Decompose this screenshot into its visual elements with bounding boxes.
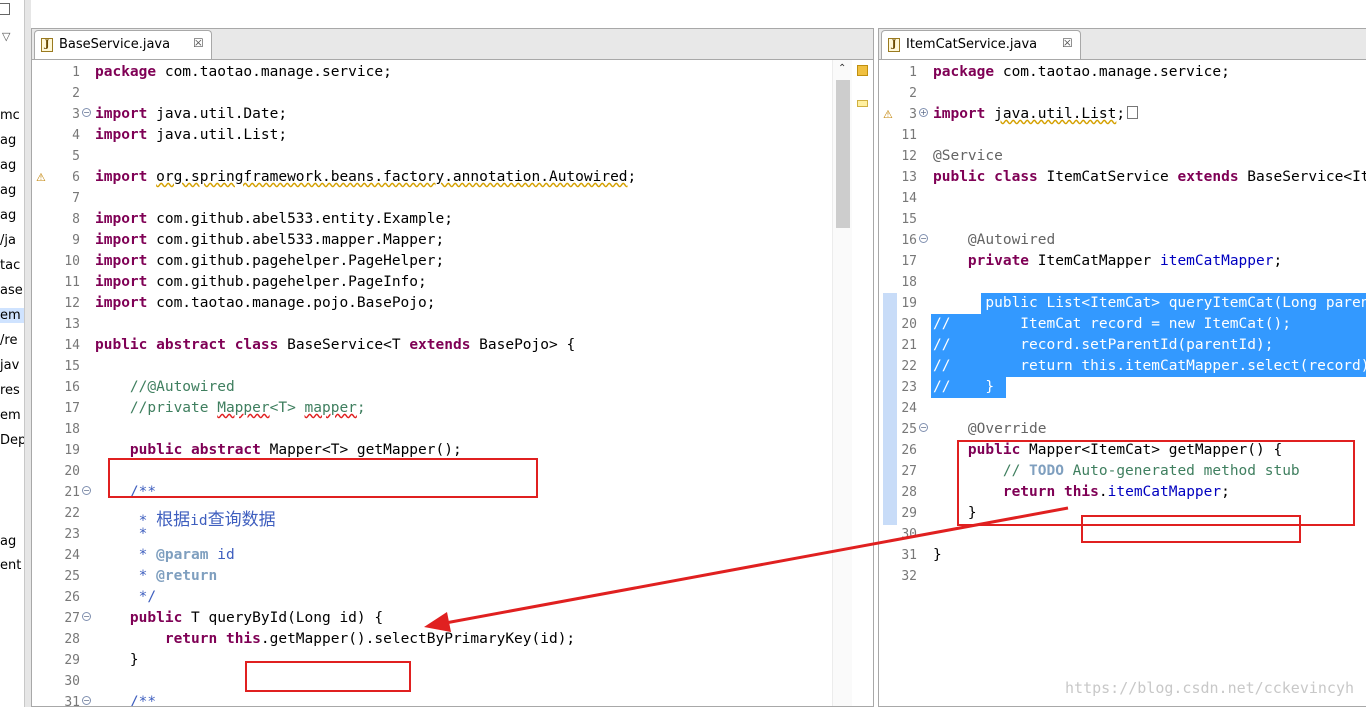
arrow-head-icon: [424, 612, 451, 632]
annotation-arrow: [424, 506, 1069, 632]
arrow-shaft: [439, 506, 1069, 626]
watermark: https://blog.csdn.net/cckevincyh: [1065, 679, 1354, 697]
